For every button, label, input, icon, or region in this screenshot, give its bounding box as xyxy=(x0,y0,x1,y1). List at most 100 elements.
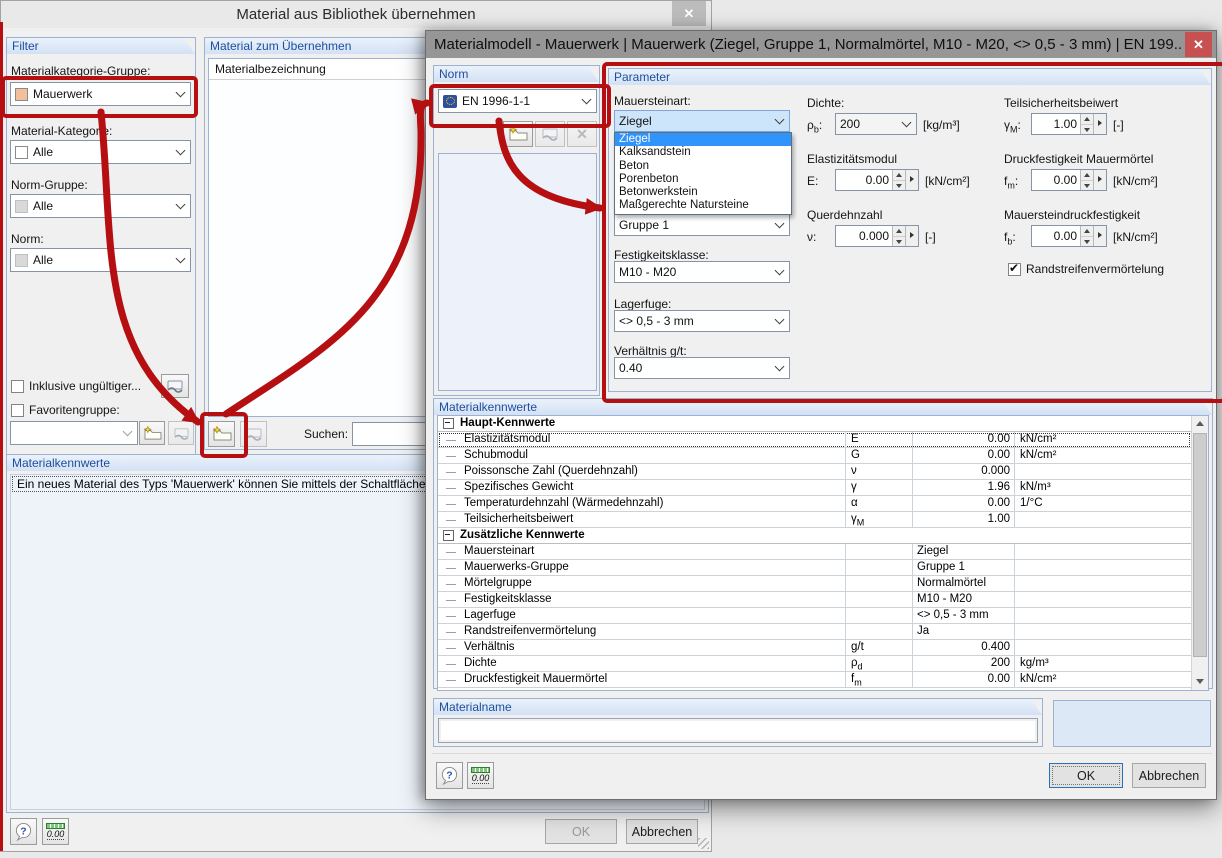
materialname-input[interactable] xyxy=(438,718,1038,743)
edit-favorite-group-button[interactable] xyxy=(161,374,189,398)
table-row[interactable]: Poissonsche Zahl (Querdehnzahl) ν 0.000 xyxy=(438,464,1191,480)
dichte-select[interactable]: 200 xyxy=(835,113,917,135)
mauerwerks-gruppe-select[interactable]: Gruppe 1 xyxy=(614,214,790,236)
verhaeltnis-select[interactable]: 0.40 xyxy=(614,357,790,379)
row-unit: kN/m³ xyxy=(1020,481,1051,493)
dropdown-option[interactable]: Ziegel xyxy=(615,133,791,147)
checkbox-box[interactable] xyxy=(11,403,24,417)
help-button[interactable]: ? xyxy=(10,818,37,845)
edit-material-button[interactable] xyxy=(240,421,267,447)
spin-detail-icon[interactable] xyxy=(1093,114,1106,134)
close-icon[interactable]: ✕ xyxy=(672,1,706,26)
include-invalid-checkbox[interactable]: Inklusive ungültiger... xyxy=(11,379,141,393)
new-norm-button[interactable] xyxy=(503,121,533,147)
table-row[interactable]: Mörtelgruppe Normalmörtel xyxy=(438,576,1191,592)
spin-up-icon[interactable] xyxy=(893,170,905,181)
table-group-row[interactable]: Haupt-Kennwerte xyxy=(438,416,1191,432)
favorites-group-checkbox[interactable]: Favoritengruppe: xyxy=(11,403,120,417)
spin-down-icon[interactable] xyxy=(1081,180,1093,190)
spin-down-icon[interactable] xyxy=(1081,124,1093,134)
resize-grip[interactable] xyxy=(698,838,709,849)
row-value: 0.00 xyxy=(913,432,1015,447)
mauermoertel-value[interactable]: 0.00 xyxy=(1032,170,1080,190)
table-row[interactable]: Mauerwerks-Gruppe Gruppe 1 xyxy=(438,560,1191,576)
emodul-value[interactable]: 0.00 xyxy=(836,170,892,190)
querdehnzahl-value[interactable]: 0.000 xyxy=(836,226,892,246)
spin-detail-icon[interactable] xyxy=(1093,226,1106,246)
table-row[interactable]: Randstreifenvermörtelung Ja xyxy=(438,624,1191,640)
querdehnzahl-input[interactable]: 0.000 xyxy=(835,225,919,247)
dropdown-option[interactable]: Betonwerkstein xyxy=(615,186,791,199)
ok-button[interactable]: OK xyxy=(545,819,617,844)
row-label: Spezifisches Gewicht xyxy=(438,480,846,495)
new-material-button[interactable] xyxy=(208,421,235,447)
table-row[interactable]: Dichte ρd 200 kg/m³ xyxy=(438,656,1191,672)
close-icon[interactable]: ✕ xyxy=(1185,32,1212,57)
dropdown-option[interactable]: Maßgerechte Natursteine xyxy=(615,199,791,212)
library-dialog-titlebar[interactable]: Material aus Bibliothek übernehmen ✕ xyxy=(1,1,711,28)
favorites-group-select[interactable] xyxy=(10,421,138,445)
table-row[interactable]: Elastizitätsmodul E 0.00 kN/cm² xyxy=(438,432,1191,448)
delete-norm-button[interactable]: ✕ xyxy=(567,121,597,147)
norm-group-select[interactable]: Alle xyxy=(10,194,191,218)
spin-up-icon[interactable] xyxy=(1081,114,1093,125)
scroll-up-icon[interactable] xyxy=(1192,416,1208,432)
collapse-icon[interactable] xyxy=(443,530,454,541)
table-row[interactable]: Schubmodul G 0.00 kN/cm² xyxy=(438,448,1191,464)
spin-detail-icon[interactable] xyxy=(905,226,918,246)
vertical-scrollbar[interactable] xyxy=(1191,416,1208,690)
mauermoertel-input[interactable]: 0.00 xyxy=(1031,169,1107,191)
table-row[interactable]: Teilsicherheitsbeiwert γM 1.00 xyxy=(438,512,1191,528)
mauersteinart-listbox[interactable]: Ziegel Kalksandstein Beton Porenbeton Betonw… xyxy=(614,132,792,215)
units-button[interactable]: 0.00 xyxy=(467,762,494,789)
spin-down-icon[interactable] xyxy=(893,236,905,246)
dropdown-option[interactable]: Kalksandstein xyxy=(615,146,791,159)
table-row[interactable]: Mauersteinart Ziegel xyxy=(438,544,1191,560)
help-button[interactable]: ? xyxy=(436,762,463,789)
lagerfuge-select[interactable]: <> 0,5 - 3 mm xyxy=(614,310,790,332)
norm-list-area[interactable] xyxy=(438,153,597,391)
steinfestigkeit-input[interactable]: 0.00 xyxy=(1031,225,1107,247)
checkbox-box[interactable] xyxy=(11,379,24,393)
dropdown-option[interactable]: Beton xyxy=(615,160,791,173)
help-icon: ? xyxy=(15,822,32,841)
mauersteinart-select[interactable]: Ziegel xyxy=(614,110,790,132)
spin-detail-icon[interactable] xyxy=(1093,170,1106,190)
table-row[interactable]: Festigkeitsklasse M10 - M20 xyxy=(438,592,1191,608)
model-dialog-titlebar[interactable]: Materialmodell - Mauerwerk | Mauerwerk (… xyxy=(426,31,1216,58)
spin-down-icon[interactable] xyxy=(893,180,905,190)
festigkeitsklasse-select[interactable]: M10 - M20 xyxy=(614,261,790,283)
scrollbar-thumb[interactable] xyxy=(1193,433,1207,657)
material-category-select[interactable]: Alle xyxy=(10,140,191,164)
teilsicherheit-input[interactable]: 1.00 xyxy=(1031,113,1107,135)
material-category-group-select[interactable]: Mauerwerk xyxy=(10,82,191,106)
table-row[interactable]: Spezifisches Gewicht γ 1.96 kN/m³ xyxy=(438,480,1191,496)
table-row[interactable]: Temperaturdehnzahl (Wärmedehnzahl) α 0.00 1… xyxy=(438,496,1191,512)
spin-up-icon[interactable] xyxy=(893,226,905,237)
spin-up-icon[interactable] xyxy=(1081,226,1093,237)
spin-up-icon[interactable] xyxy=(1081,170,1093,181)
steinfestigkeit-value[interactable]: 0.00 xyxy=(1032,226,1080,246)
spin-detail-icon[interactable] xyxy=(905,170,918,190)
edit-norm-button[interactable] xyxy=(535,121,565,147)
teilsicherheit-value[interactable]: 1.00 xyxy=(1032,114,1080,134)
table-group-row[interactable]: Zusätzliche Kennwerte xyxy=(438,528,1191,544)
cancel-button[interactable]: Abbrechen xyxy=(626,819,698,844)
ok-button[interactable]: OK xyxy=(1049,763,1123,788)
spin-down-icon[interactable] xyxy=(1081,236,1093,246)
norm-standard-select[interactable]: EN 1996-1-1 xyxy=(438,89,597,113)
edit-favorite-group-button-2[interactable] xyxy=(168,421,194,445)
norm-select[interactable]: Alle xyxy=(10,248,191,272)
collapse-icon[interactable] xyxy=(443,418,454,429)
emodul-input[interactable]: 0.00 xyxy=(835,169,919,191)
table-row[interactable]: Druckfestigkeit Mauermörtel fm 0.00 kN/cm² xyxy=(438,672,1191,688)
scroll-down-icon[interactable] xyxy=(1192,674,1208,690)
dropdown-option[interactable]: Porenbeton xyxy=(615,173,791,186)
units-button[interactable]: 0.00 xyxy=(42,818,69,845)
randstreifen-checkbox[interactable]: Randstreifenvermörtelung xyxy=(1008,261,1164,276)
table-row[interactable]: Lagerfuge <> 0,5 - 3 mm xyxy=(438,608,1191,624)
cancel-button[interactable]: Abbrechen xyxy=(1132,763,1206,788)
new-favorite-group-button[interactable] xyxy=(139,421,165,445)
table-row[interactable]: Verhältnis g/t 0.400 xyxy=(438,640,1191,656)
checkbox-box[interactable] xyxy=(1008,261,1021,276)
